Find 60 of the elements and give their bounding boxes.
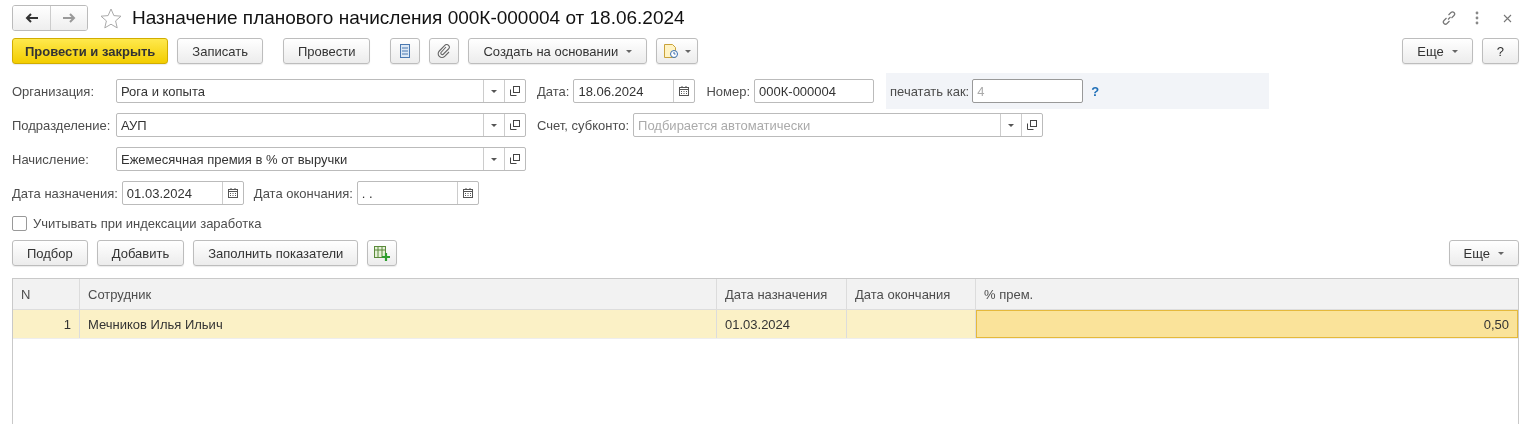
- field-label: Организация:: [12, 83, 96, 99]
- table-cell: 1: [13, 310, 80, 338]
- text-field[interactable]: 4: [972, 79, 1084, 103]
- column-header[interactable]: % прем.: [976, 279, 1518, 309]
- help-link[interactable]: ?: [1091, 83, 1100, 99]
- back-arrow-icon: [24, 13, 39, 23]
- column-header[interactable]: Сотрудник: [80, 279, 717, 309]
- attach-button[interactable]: [429, 38, 460, 64]
- date-field[interactable]: 01.03.2024: [121, 181, 244, 205]
- window-title: Назначение планового начисления 000К-000004 от 18.06.2024: [132, 7, 685, 29]
- column-header[interactable]: Дата окончания: [847, 279, 976, 309]
- list-button[interactable]: [390, 38, 421, 64]
- menu-button[interactable]: Еще: [1402, 38, 1473, 64]
- column-header[interactable]: N: [13, 279, 80, 309]
- toolbar-button[interactable]: Записать: [177, 38, 263, 64]
- select-field[interactable]: Ежемесячная премия в % от выручки: [116, 147, 526, 171]
- forward-arrow-icon: [62, 13, 76, 23]
- date-field[interactable]: 18.06.2024: [573, 79, 696, 103]
- toolbar-button[interactable]: Заполнить показатели: [193, 240, 359, 266]
- paperclip-icon: [437, 44, 452, 58]
- post-and-close-button[interactable]: Провести и закрыть: [12, 38, 169, 64]
- field-label: Номер:: [706, 83, 751, 99]
- checkbox[interactable]: [12, 215, 27, 231]
- list-icon: [400, 44, 411, 58]
- field-label: Начисление:: [12, 151, 90, 167]
- table-cell: 0,50: [976, 310, 1518, 338]
- column-header[interactable]: Дата назначения: [717, 279, 847, 309]
- checkbox-label: Учитывать при индексации заработка: [33, 215, 262, 231]
- toolbar-button[interactable]: ?: [1481, 38, 1519, 64]
- caret-icon: [1498, 251, 1504, 255]
- field-label: печатать как:: [890, 83, 970, 99]
- select-field[interactable]: Рога и копыта: [116, 79, 526, 103]
- caret-icon: [685, 49, 692, 53]
- menu-button[interactable]: Создать на основании: [468, 38, 648, 64]
- text-field[interactable]: 000К-000004: [754, 79, 875, 103]
- menu-button[interactable]: Еще: [1448, 240, 1519, 266]
- field-label: Дата окончания:: [253, 185, 353, 201]
- caret-icon: [1451, 49, 1458, 53]
- field-label: Дата назначения:: [12, 185, 118, 201]
- date-field[interactable]: . .: [356, 181, 479, 205]
- back-button[interactable]: [13, 6, 50, 30]
- select-field[interactable]: АУП: [116, 113, 526, 137]
- table-cell: 01.03.2024: [717, 310, 847, 338]
- caret-icon: [626, 49, 633, 53]
- table-add-icon: [374, 245, 391, 261]
- more-icon[interactable]: [1475, 11, 1479, 25]
- report-icon: [663, 43, 680, 59]
- add-rows-button[interactable]: [367, 240, 398, 266]
- field-label: Подразделение:: [12, 117, 112, 133]
- link-icon[interactable]: [1441, 10, 1457, 26]
- report-menu-button[interactable]: [656, 38, 699, 64]
- star-icon[interactable]: [100, 7, 122, 29]
- toolbar-button[interactable]: Подбор: [12, 240, 88, 266]
- toolbar-button[interactable]: Провести: [282, 38, 371, 64]
- table-cell: Мечников Илья Ильич: [80, 310, 717, 338]
- close-icon[interactable]: [1503, 13, 1512, 23]
- table-row[interactable]: 1 Мечников Илья Ильич 01.03.2024 0,50: [13, 310, 1518, 339]
- field-label: Счет, субконто:: [537, 117, 630, 133]
- field-label: Дата:: [537, 83, 570, 99]
- toolbar-button[interactable]: Добавить: [96, 240, 185, 266]
